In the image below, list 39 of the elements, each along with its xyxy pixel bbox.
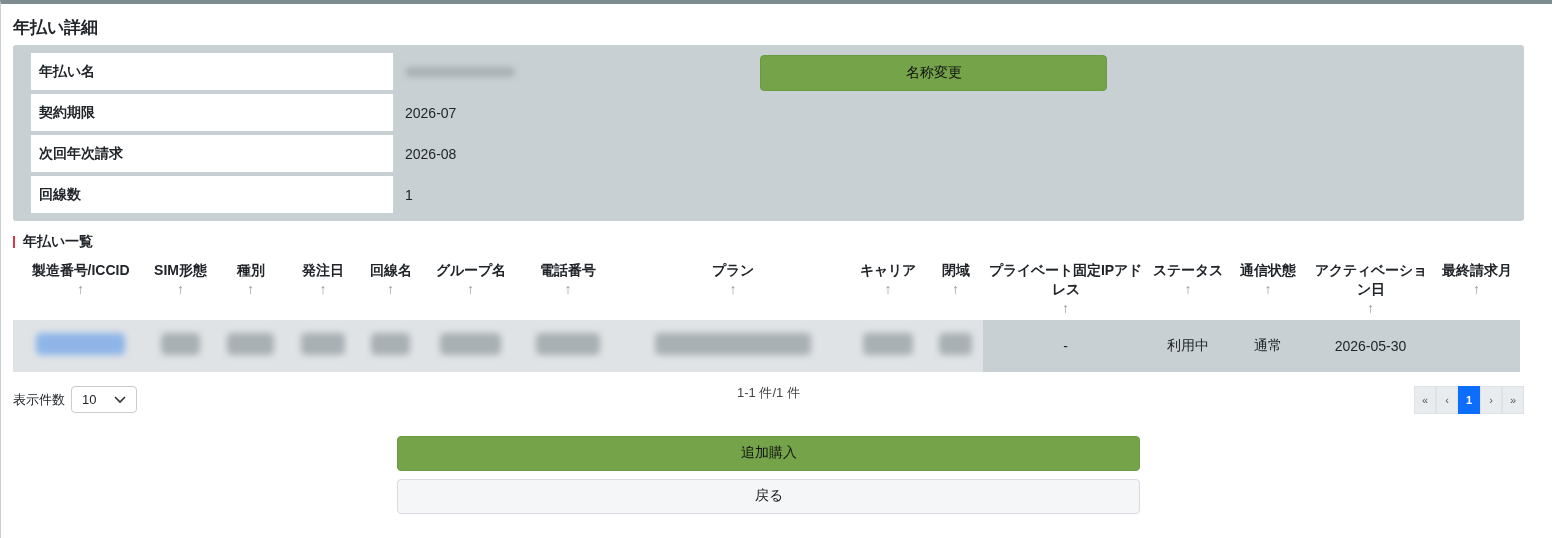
column-header[interactable]: SIM形態: [150, 261, 211, 280]
column-header[interactable]: アクティベーション日: [1310, 261, 1431, 299]
back-button[interactable]: 戻る: [397, 478, 1140, 514]
table-cell: -: [1063, 337, 1068, 354]
section-title: 年払い一覧: [23, 233, 93, 251]
detail-value: 2026-08: [405, 145, 457, 162]
page-button[interactable]: ›: [1480, 385, 1502, 414]
detail-value: 2026-07: [405, 104, 457, 121]
column-header[interactable]: 通信状態: [1230, 261, 1306, 280]
column-header[interactable]: 閉域: [930, 261, 981, 280]
page-size-label: 表示件数: [13, 390, 65, 409]
page-button[interactable]: ‹: [1436, 385, 1458, 414]
page-title: 年払い詳細: [13, 17, 99, 39]
result-count: 1-1 件/1 件: [737, 383, 800, 402]
column-header[interactable]: 電話番号: [520, 261, 616, 280]
table-cell: 2026-05-30: [1334, 337, 1407, 354]
rename-button[interactable]: 名称変更: [760, 55, 1107, 91]
column-header[interactable]: ステータス: [1150, 261, 1226, 280]
table-cell: 利用中: [1167, 336, 1209, 353]
column-header[interactable]: 製造番号/ICCID: [15, 261, 146, 280]
page-size-select[interactable]: 10: [71, 386, 138, 414]
column-header[interactable]: キャリア: [850, 261, 926, 280]
detail-label: 年払い名: [31, 53, 393, 90]
column-header[interactable]: 最終請求月: [1435, 261, 1518, 280]
column-header[interactable]: プラン: [620, 261, 846, 280]
page-button[interactable]: 1: [1458, 385, 1480, 414]
purchase-button[interactable]: 追加購入: [397, 435, 1140, 471]
column-header[interactable]: グループ名: [425, 261, 516, 280]
column-header[interactable]: 発注日: [290, 261, 356, 280]
column-header[interactable]: プライベート固定IPアドレス: [985, 261, 1146, 299]
detail-label: 次回年次請求: [31, 135, 393, 172]
page-button[interactable]: »: [1502, 385, 1524, 414]
detail-value: 1: [405, 186, 413, 203]
detail-label: 回線数: [31, 176, 393, 213]
table-cell: 通常: [1254, 336, 1282, 353]
detail-label: 契約期限: [31, 94, 393, 131]
column-header[interactable]: 種別: [215, 261, 286, 280]
page-button[interactable]: «: [1414, 385, 1436, 414]
column-header[interactable]: 回線名: [360, 261, 421, 280]
